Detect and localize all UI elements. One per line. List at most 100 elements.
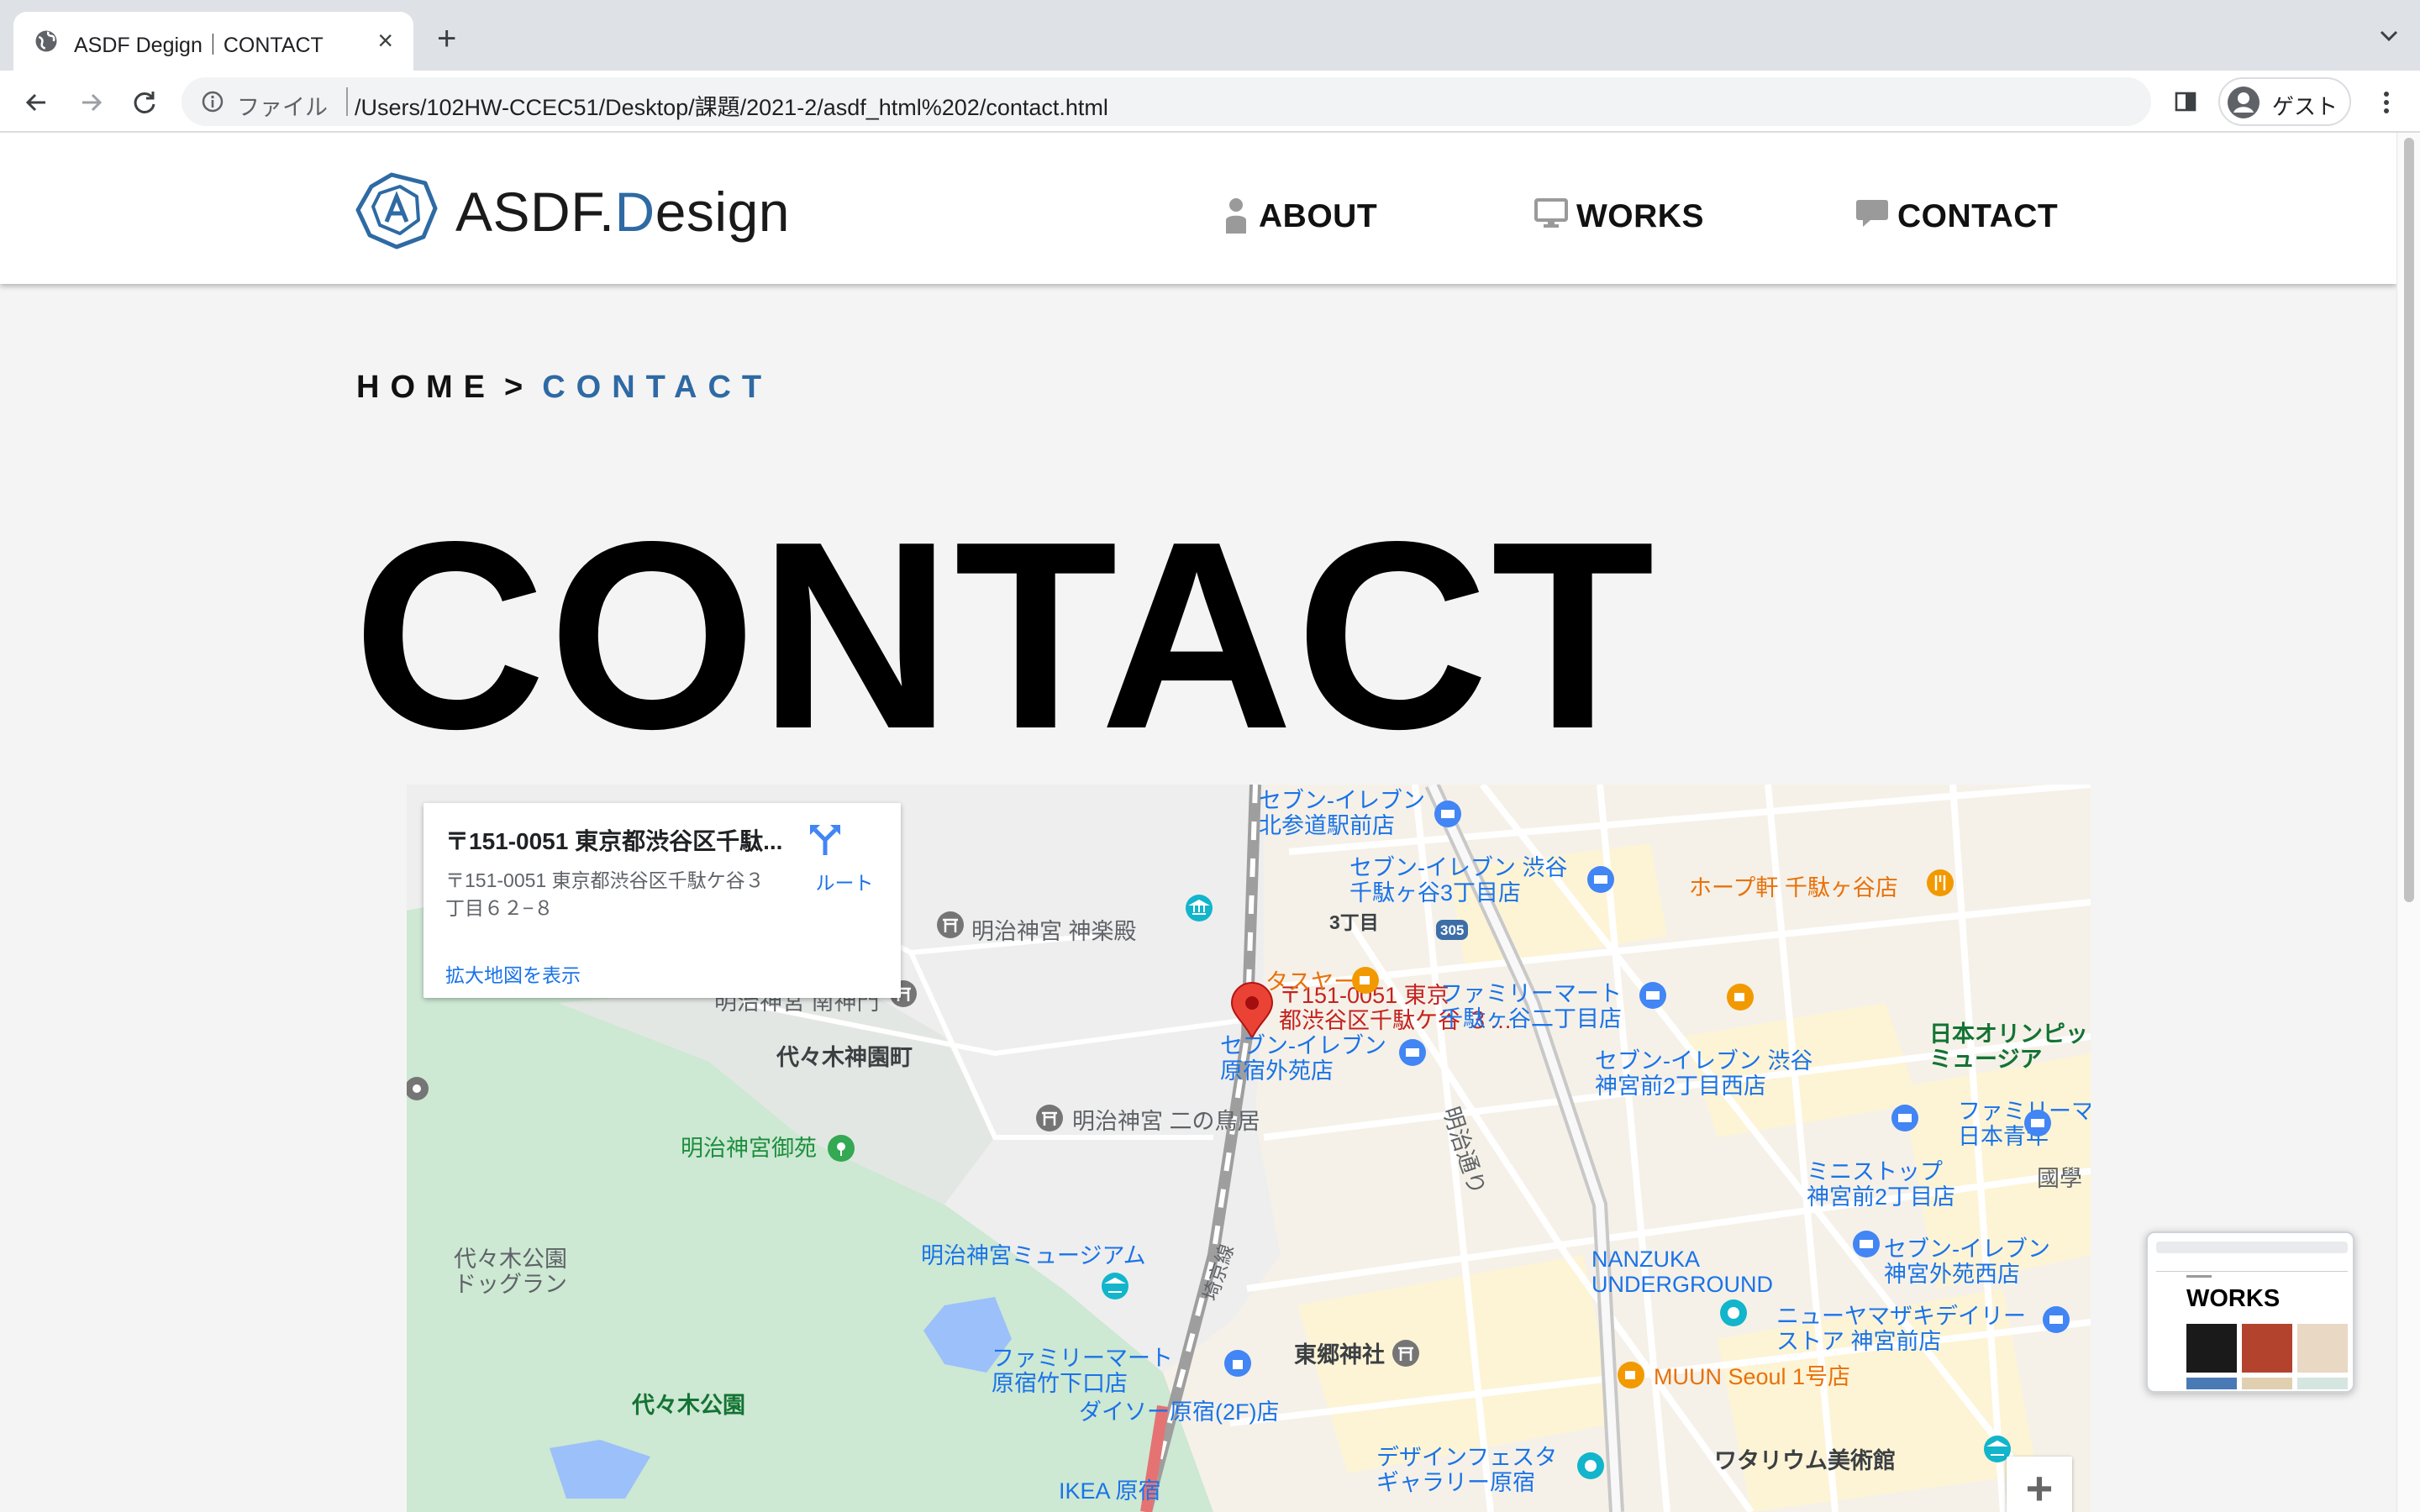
site-header: ASDF.Design ABOUT WORKS CONTACT [0,133,2396,284]
map-label-kokugakuin[interactable]: 國學 [2037,1166,2082,1191]
map-label-seven-harajuku-gaien[interactable]: セブン-イレブン 原宿外苑店 [1220,1033,1386,1084]
page-scrollbar[interactable] [2396,133,2420,1512]
map-label-hopeken[interactable]: ホープ軒 千駄ヶ谷店 [1689,875,1898,900]
map-label-new-yamazaki[interactable]: ニューヤマザキデイリー ストア 神宮前店 [1776,1304,2026,1354]
shrine-icon[interactable] [1035,1104,1064,1132]
globe-icon [35,30,57,52]
map-label-yoyogi-kamizonocho: 代々木神園町 [776,1045,913,1070]
route-shield-label: 305 [1440,922,1465,938]
side-panel-icon[interactable] [2173,89,2198,114]
restaurant-icon[interactable] [1926,869,1954,897]
map-place-card: 〒151-0051 東京都渋谷区千駄... 〒151-0051 東京都渋谷区千駄… [424,803,901,998]
cafe-icon[interactable] [1351,966,1380,995]
map-label-ni-no-torii[interactable]: 明治神宮 二の鳥居 [1072,1109,1260,1134]
map-label-watarium[interactable]: ワタリウム美術館 [1714,1448,1896,1473]
art-gallery-icon[interactable] [1719,1299,1748,1327]
convenience-store-icon[interactable] [1586,865,1615,894]
map-label-museum[interactable]: 明治神宮ミュージアム [921,1243,1146,1268]
map-label-seven-jingumae2[interactable]: セブン-イレブン 渋谷 神宮前2丁目西店 [1595,1048,1813,1099]
close-tab-icon[interactable]: × [377,25,393,55]
map-label-muun[interactable]: MUUN Seoul 1号店 [1654,1364,1850,1389]
info-icon[interactable] [200,89,225,114]
shrine-icon[interactable] [1392,1339,1420,1368]
convenience-store-icon[interactable] [2042,1305,2070,1334]
nav-contact-label: CONTACT [1897,198,2059,234]
cafe-icon[interactable] [1726,983,1754,1011]
nav-contact[interactable]: CONTACT [1855,192,2058,242]
garden-icon[interactable] [827,1134,855,1163]
preview-work-thumb [2186,1324,2237,1373]
breadcrumb-separator: > [504,370,534,405]
preview-breadcrumb [2186,1275,2212,1278]
map-label-yoyogi-park[interactable]: 代々木公園 [632,1393,745,1418]
preview-work-thumb [2242,1324,2292,1373]
profile-button[interactable]: ゲスト [2218,77,2351,126]
nav-about-label: ABOUT [1259,198,1378,234]
tab-preview-thumbnail[interactable]: WORKS [2146,1231,2354,1393]
breadcrumb-home-link[interactable]: HOME [356,370,496,405]
map-label-kaguraden[interactable]: 明治神宮 神楽殿 [971,919,1137,944]
map-label-seven-jingu-gaien[interactable]: セブン-イレブン 神宮外苑西店 [1884,1236,2050,1287]
cafe-icon[interactable] [1617,1361,1645,1389]
convenience-store-icon[interactable] [2023,1109,2052,1137]
chevron-down-icon[interactable] [2376,25,2402,47]
map-label-seven-sendagaya3[interactable]: セブン-イレブン 渋谷 千駄ヶ谷3丁目店 [1349,855,1568,906]
scrollbar-thumb[interactable] [2404,138,2414,902]
map-label-ministop[interactable]: ミニストップ 神宮前2丁目店 [1807,1159,1955,1210]
map-label-gyoen[interactable]: 明治神宮御苑 [681,1136,817,1161]
map-label-seven-kitasando[interactable]: セブン-イレブン 北参道駅前店 [1259,788,1425,838]
page-viewport: ASDF.Design ABOUT WORKS CONTACT HOME > CO [0,133,2396,1512]
map-label-togo-shrine[interactable]: 東郷神社 [1294,1342,1385,1368]
directions-icon [810,825,840,855]
preview-work-strip [2186,1378,2237,1389]
new-tab-button[interactable]: + [437,22,456,55]
map-label-dogrun[interactable]: 代々木公園 ドッグラン [454,1247,567,1297]
map-label-design-festa[interactable]: デザインフェスタ ギャラリー原宿 [1376,1445,1557,1495]
more-menu-icon[interactable] [2371,86,2402,119]
nav-works[interactable]: WORKS [1534,192,1704,242]
museum-icon[interactable] [1101,1272,1129,1300]
convenience-store-icon[interactable] [1891,1104,1919,1132]
back-arrow-icon[interactable] [20,86,54,119]
map-label-ikea[interactable]: IKEA 原宿 [1059,1478,1161,1504]
page-title: CONTACT [353,486,1657,785]
location-icon[interactable] [407,1075,432,1104]
art-gallery-icon[interactable] [1576,1452,1605,1480]
map-label-daiso[interactable]: ダイソー原宿(2F)店 [1079,1399,1280,1425]
url-text[interactable]: /Users/102HW-CCEC51/Desktop/課題/2021-2/as… [355,89,1108,122]
logo-mark-icon [355,172,438,249]
speech-bubble-icon [1856,200,1888,227]
map-label-familymart-sendagaya2[interactable]: ファミリーマート 千駄ヶ谷二丁目店 [1440,981,1622,1032]
shopping-icon[interactable] [1223,1349,1252,1378]
forward-arrow-icon[interactable] [74,86,108,119]
map-label-olympic-museum[interactable]: 日本オリンピッ ミュージア [1929,1021,2088,1072]
breadcrumb: HOME > CONTACT [356,370,772,406]
shrine-icon[interactable] [936,911,965,939]
museum-icon[interactable] [1185,894,1213,922]
zoom-in-button[interactable]: + [2007,1457,2072,1512]
nav-works-label: WORKS [1576,198,1704,234]
file-chip-label: ファイル [237,95,328,120]
convenience-store-icon[interactable] [1398,1038,1427,1067]
reload-icon[interactable] [128,86,161,119]
preview-work-strip [2242,1378,2292,1389]
tab-title: ASDF Degign｜CONTACT [74,34,324,57]
preview-browser-bar [2156,1242,2348,1253]
convenience-store-icon[interactable] [1434,800,1462,828]
embedded-map[interactable]: 〒151-0051 東京 都渋谷区千駄ケ谷 ３… セブン-イレブン 北参道駅前店 セ… [407,785,2091,1512]
address-divider [346,87,348,116]
person-icon [1226,198,1246,234]
view-larger-map-link[interactable]: 拡大地図を表示 [445,959,581,988]
nav-about[interactable]: ABOUT [1225,192,1377,242]
convenience-store-icon[interactable] [1639,981,1667,1010]
convenience-store-icon[interactable] [1852,1230,1881,1258]
directions-button[interactable]: ルート [807,820,882,895]
browser-tab[interactable]: ASDF Degign｜CONTACT × [13,12,413,71]
logo-text: ASDF.Design [455,181,790,243]
browser-tab-strip: ASDF Degign｜CONTACT × + [0,0,2420,71]
map-label-familymart-takeshita[interactable]: ファミリーマート 原宿竹下口店 [992,1346,1173,1396]
map-label-nanzuka[interactable]: NANZUKA UNDERGROUND [1591,1247,1773,1297]
site-logo[interactable]: ASDF.Design [353,168,789,252]
preview-work-thumb [2297,1324,2348,1373]
address-bar[interactable]: ファイル /Users/102HW-CCEC51/Desktop/課題/2021… [182,77,2151,126]
